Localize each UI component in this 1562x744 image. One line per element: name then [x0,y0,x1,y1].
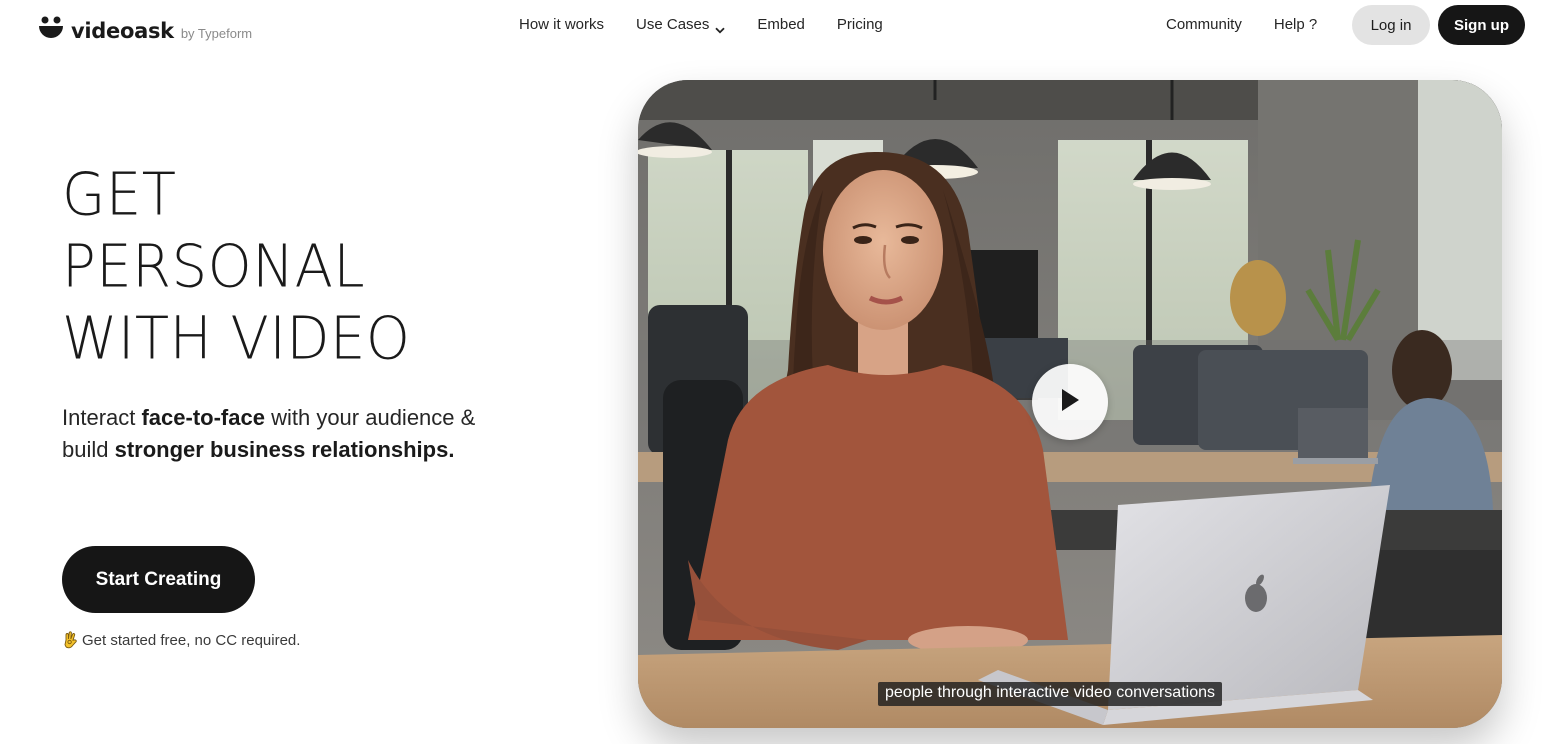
secondary-nav: Community Help ? [1166,16,1317,33]
login-button[interactable]: Log in [1352,5,1430,45]
main-nav: How it works Use Cases Embed Pricing [519,16,883,34]
videoask-logo[interactable]: videoask by Typeform [37,12,252,43]
nav-use-cases[interactable]: Use Cases [636,16,726,34]
nav-pricing[interactable]: Pricing [837,16,883,33]
play-icon [1059,387,1081,418]
start-creating-button[interactable]: Start Creating [62,546,255,613]
nav-how-it-works[interactable]: How it works [519,16,604,33]
nav-help[interactable]: Help ? [1274,16,1317,33]
headline-line-2: PERSONAL [62,233,366,302]
subtext-bold-2: stronger business relationships. [114,437,455,462]
hero-video[interactable]: people through interactive video convers… [638,80,1502,728]
subtext-bold-1: face-to-face [141,405,265,430]
play-button[interactable] [1032,364,1108,440]
headline-line-3: WITH VIDEO [62,305,411,374]
logo-byline: by Typeform [180,26,253,41]
nav-embed[interactable]: Embed [757,16,805,33]
subtext-part-1: Interact [62,405,142,430]
hero-subtext: Interact face-to-face with your audience… [62,402,482,466]
ok-hand-icon [62,631,78,649]
headline-line-1: GET [62,161,177,230]
videoask-logo-icon [37,15,65,41]
free-note-text: Get started free, no CC required. [82,631,301,649]
video-caption: people through interactive video convers… [878,682,1222,706]
free-note: Get started free, no CC required. [62,631,300,649]
chevron-down-icon [715,21,726,34]
logo-text: videoask [71,19,174,43]
top-navigation-bar: videoask by Typeform How it works Use Ca… [0,0,1562,50]
signup-button[interactable]: Sign up [1438,5,1525,45]
nav-community[interactable]: Community [1166,16,1242,33]
hero-headline: GET PERSONAL WITH VIDEO [62,158,410,374]
nav-use-cases-label: Use Cases [636,16,710,33]
